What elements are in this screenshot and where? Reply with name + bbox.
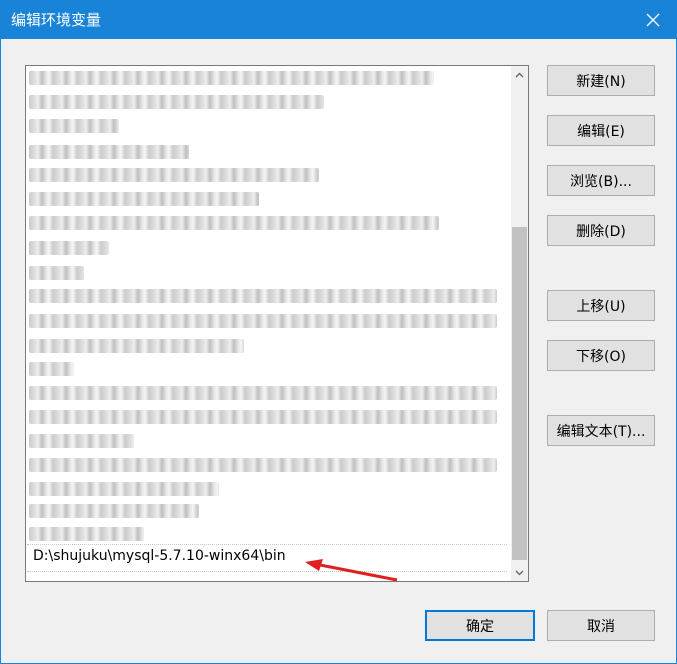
list-item-redacted[interactable]	[29, 241, 109, 255]
list-item-redacted[interactable]	[29, 145, 189, 159]
list-item-redacted[interactable]	[29, 482, 219, 496]
list-item-redacted[interactable]	[29, 458, 497, 472]
close-button[interactable]	[630, 1, 676, 39]
dialog-title: 编辑环境变量	[11, 11, 102, 29]
title-bar: 编辑环境变量	[1, 1, 676, 39]
new-button[interactable]: 新建(N)	[547, 65, 655, 96]
edit-text-button[interactable]: 编辑文本(T)...	[547, 415, 655, 446]
chevron-up-icon	[515, 72, 524, 77]
list-item-redacted[interactable]	[29, 71, 434, 85]
list-item-redacted[interactable]	[29, 339, 244, 353]
cancel-button[interactable]: 取消	[547, 610, 655, 641]
ok-button[interactable]: 确定	[425, 610, 535, 641]
delete-button[interactable]: 删除(D)	[547, 215, 655, 246]
list-item-redacted[interactable]	[29, 119, 119, 133]
list-item-redacted[interactable]	[29, 216, 439, 230]
vertical-scrollbar[interactable]	[511, 66, 528, 581]
scroll-down-button[interactable]	[511, 564, 528, 581]
list-item-redacted[interactable]	[29, 168, 319, 182]
scroll-up-button[interactable]	[511, 66, 528, 83]
list-item-mysql-bin[interactable]: D:\shujuku\mysql-5.7.10-winx64\bin	[33, 548, 286, 564]
edit-env-var-dialog: 编辑环境变量 D:\shujuku\mysql-5.7.10-winx64\bi…	[0, 0, 677, 664]
list-item-redacted[interactable]	[29, 504, 199, 518]
chevron-down-icon	[515, 570, 524, 575]
list-item-redacted[interactable]	[29, 95, 324, 109]
list-item-redacted[interactable]	[29, 410, 497, 424]
move-down-button[interactable]: 下移(O)	[547, 340, 655, 371]
list-item-redacted[interactable]	[29, 386, 497, 400]
list-item-redacted[interactable]	[29, 527, 144, 541]
list-item-redacted[interactable]	[29, 362, 74, 376]
browse-button[interactable]: 浏览(B)...	[547, 165, 655, 196]
close-icon	[646, 13, 660, 27]
list-item-redacted[interactable]	[29, 192, 259, 206]
scrollbar-thumb[interactable]	[512, 227, 527, 560]
list-item-redacted[interactable]	[29, 289, 497, 303]
list-item-redacted[interactable]	[29, 266, 84, 280]
list-item-redacted[interactable]	[29, 314, 497, 328]
path-list-items: D:\shujuku\mysql-5.7.10-winx64\bin	[26, 66, 510, 581]
move-up-button[interactable]: 上移(U)	[547, 290, 655, 321]
list-item-redacted[interactable]	[29, 434, 134, 448]
path-list[interactable]: D:\shujuku\mysql-5.7.10-winx64\bin	[25, 65, 529, 582]
edit-button[interactable]: 编辑(E)	[547, 115, 655, 146]
